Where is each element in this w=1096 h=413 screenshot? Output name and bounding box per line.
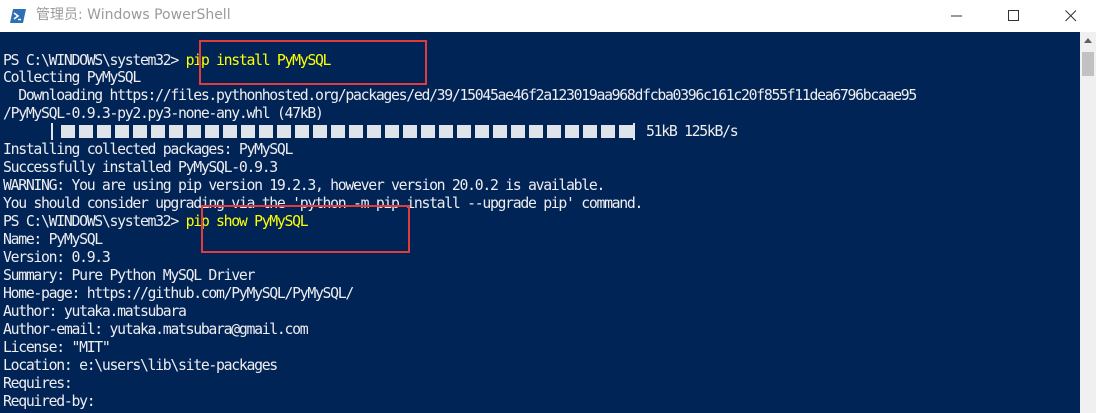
maximize-icon: [1008, 10, 1019, 21]
console-line: WARNING: You are using pip version 19.2.…: [3, 177, 605, 194]
close-icon: [1065, 10, 1077, 22]
prompt: PS C:\WINDOWS\system32>: [3, 213, 186, 230]
console-output[interactable]: PS C:\WINDOWS\system32> pip install PyMy…: [0, 32, 1080, 413]
minimize-button[interactable]: [934, 0, 980, 32]
progress-segment: [493, 125, 507, 138]
progress-segment: [619, 125, 633, 138]
progress-segment: [565, 125, 579, 138]
progress-segment: [169, 125, 183, 138]
console-line: Required-by:: [3, 393, 96, 410]
powershell-icon: [10, 9, 26, 23]
progress-segment: [583, 125, 597, 138]
progress-segment: [133, 125, 147, 138]
console-line: Summary: Pure Python MySQL Driver: [3, 267, 255, 284]
progress-segment: [349, 125, 363, 138]
chevron-up-icon: [1084, 38, 1092, 43]
progress-segment: [601, 125, 615, 138]
download-progress-bar: [51, 123, 635, 140]
progress-segment: [151, 125, 165, 138]
console-line: Home-page: https://github.com/PyMySQL/Py…: [3, 285, 354, 302]
progress-stats: 51kB 125kB/s: [646, 123, 739, 140]
progress-segment: [547, 125, 561, 138]
console-line: Downloading https://files.pythonhosted.o…: [3, 87, 917, 104]
maximize-button[interactable]: [991, 0, 1037, 32]
title-bar[interactable]: 管理员: Windows PowerShell: [0, 0, 1096, 32]
progress-segment: [295, 125, 309, 138]
vertical-scrollbar[interactable]: [1080, 32, 1096, 413]
progress-segment: [115, 125, 129, 138]
console-line: Collecting PyMySQL: [3, 69, 141, 86]
progress-segment: [187, 125, 201, 138]
console-line: Version: 0.9.3: [3, 249, 111, 266]
console-line: Installing collected packages: PyMySQL: [3, 141, 293, 158]
highlight-box-show-command: [201, 205, 410, 253]
console-line: License: "MIT": [3, 339, 111, 356]
console-line: Name: PyMySQL: [3, 231, 103, 248]
scroll-up-button[interactable]: [1080, 32, 1096, 49]
console-line: Author: yutaka.matsubara: [3, 303, 187, 320]
console-line: Requires:: [3, 375, 73, 392]
window-title: 管理员: Windows PowerShell: [36, 7, 231, 23]
console-line: Author-email: yutaka.matsubara@gmail.com: [3, 321, 309, 338]
scroll-thumb[interactable]: [1082, 52, 1094, 76]
console-line: Successfully installed PyMySQL-0.9.3: [3, 159, 278, 176]
progress-segment: [259, 125, 273, 138]
highlight-box-install-command: [199, 40, 427, 85]
console-line: /PyMySQL-0.9.3-py2.py3-none-any.whl (47k…: [3, 105, 324, 122]
progress-segment: [205, 125, 219, 138]
progress-segment: [403, 125, 417, 138]
progress-segment: [61, 125, 75, 138]
progress-segment: [475, 125, 489, 138]
progress-segment: [313, 125, 327, 138]
progress-segment: [421, 125, 435, 138]
progress-segment: [79, 125, 93, 138]
progress-segment: [241, 125, 255, 138]
progress-segment: [331, 125, 345, 138]
progress-segment: [97, 125, 111, 138]
progress-segment: [511, 125, 525, 138]
progress-segment: [529, 125, 543, 138]
progress-segment: [439, 125, 453, 138]
progress-segment: [277, 125, 291, 138]
console-line: Location: e:\users\lib\site-packages: [3, 357, 278, 374]
progress-segment: [223, 125, 237, 138]
progress-segment: [367, 125, 381, 138]
progress-segment: [385, 125, 399, 138]
prompt: PS C:\WINDOWS\system32>: [3, 52, 186, 69]
minimize-icon: [951, 15, 962, 17]
close-button[interactable]: [1048, 0, 1094, 32]
progress-segment: [457, 125, 471, 138]
